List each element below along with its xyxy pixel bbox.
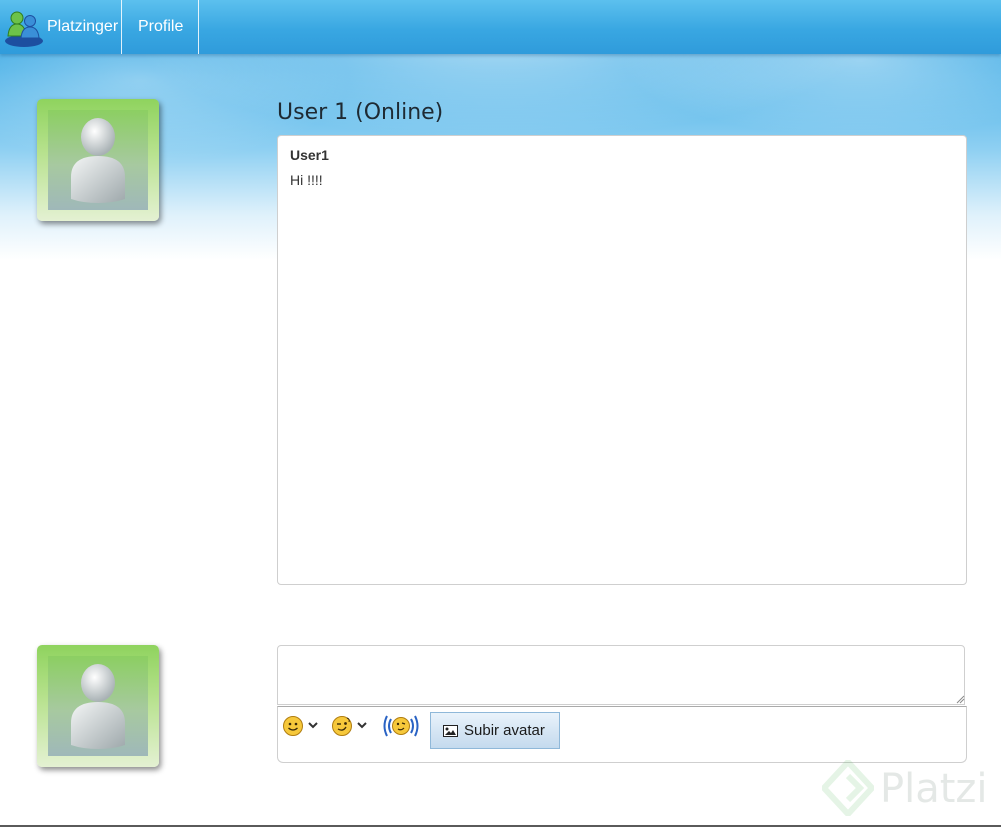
default-user-icon: [71, 118, 125, 203]
default-user-icon: [71, 664, 125, 749]
chevron-down-icon: [357, 722, 367, 729]
emoticon-dropdown[interactable]: [282, 715, 322, 739]
messenger-buddy-icon: [5, 11, 43, 47]
resize-handle-icon[interactable]: [955, 694, 965, 704]
wink-dropdown[interactable]: [331, 715, 371, 739]
message-text: Hi !!!!: [290, 172, 323, 188]
composer-toolbar: Subir avatar: [277, 706, 967, 763]
top-navbar: Platzinger Profile: [0, 0, 1001, 54]
chat-title: User 1 (Online): [277, 100, 444, 125]
platzi-logo-icon: [822, 760, 874, 816]
brand-link[interactable]: Platzinger: [0, 0, 122, 54]
platzi-watermark: Platzi: [880, 766, 988, 812]
nudge-button[interactable]: [381, 713, 421, 739]
image-icon: [443, 725, 458, 737]
brand-label: Platzinger: [47, 18, 119, 35]
own-avatar: [37, 645, 159, 767]
message-sender: User1: [290, 147, 329, 163]
wink-icon: [332, 716, 352, 736]
contact-avatar: [37, 99, 159, 221]
chevron-down-icon: [308, 722, 318, 729]
nav-profile-link[interactable]: Profile: [122, 0, 199, 54]
upload-avatar-button[interactable]: Subir avatar: [430, 712, 560, 749]
message-input[interactable]: [277, 645, 965, 705]
smiley-icon: [283, 716, 303, 736]
upload-avatar-label: Subir avatar: [464, 722, 545, 739]
nudge-icon: [383, 715, 419, 737]
nav-profile-label: Profile: [138, 18, 184, 35]
conversation-panel[interactable]: User1 Hi !!!!: [277, 135, 967, 585]
